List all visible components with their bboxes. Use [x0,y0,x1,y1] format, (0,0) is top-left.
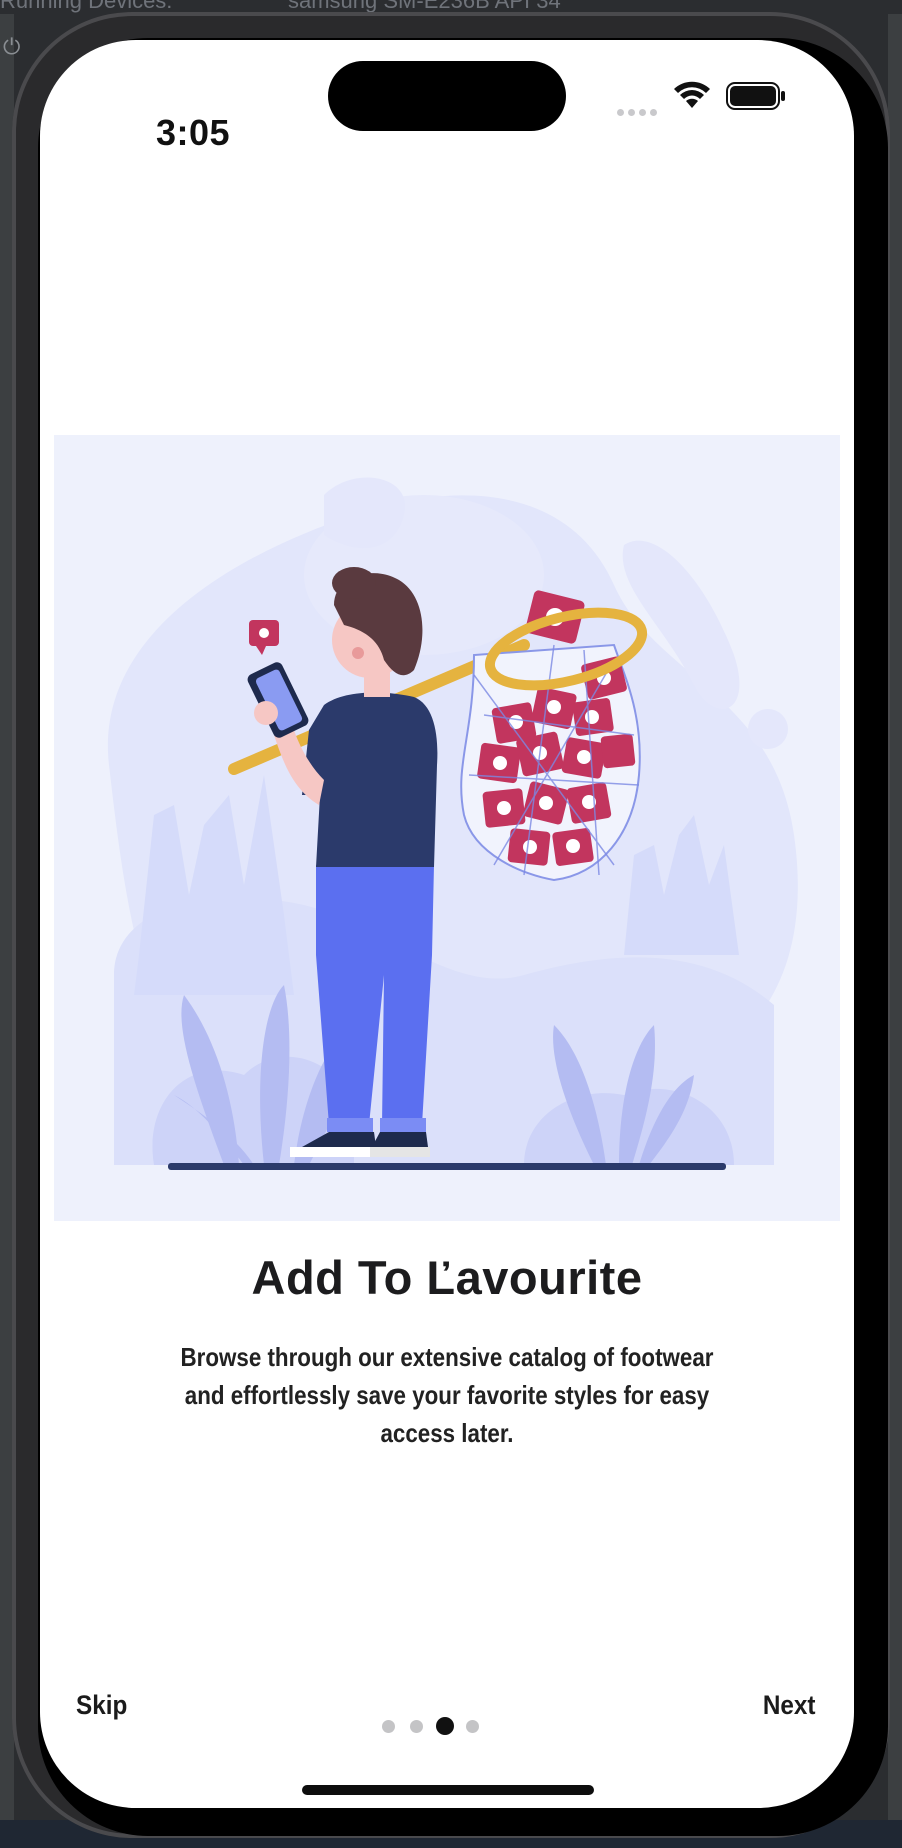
page-dot[interactable] [466,1720,479,1733]
ide-right-panel [888,14,902,1848]
next-button[interactable]: Next [763,1690,816,1721]
phone-screen: 3:05 Add To Ľavourite Browse through our… [40,40,854,1808]
power-icon[interactable]: ⏻ [3,36,25,58]
status-time: 3:05 [156,112,231,153]
ide-device-tab[interactable]: samsung SM-E236B API 34 [288,0,561,12]
cellular-signal-icon [617,103,661,121]
page-dot-active[interactable] [436,1717,454,1735]
page-dot[interactable] [410,1720,423,1733]
battery-icon [726,82,785,110]
onboarding-title: Add To Ľavourite [251,1251,643,1304]
dynamic-island [328,61,566,131]
ide-panel-title: Running Devices: [0,0,173,13]
wifi-icon [674,81,710,108]
onboarding-illustration [54,435,840,1221]
home-indicator[interactable] [302,1785,594,1795]
page-dot[interactable] [382,1720,395,1733]
onboarding-description: Browse through our extensive catalog of … [180,1342,714,1448]
skip-button[interactable]: Skip [76,1690,127,1721]
